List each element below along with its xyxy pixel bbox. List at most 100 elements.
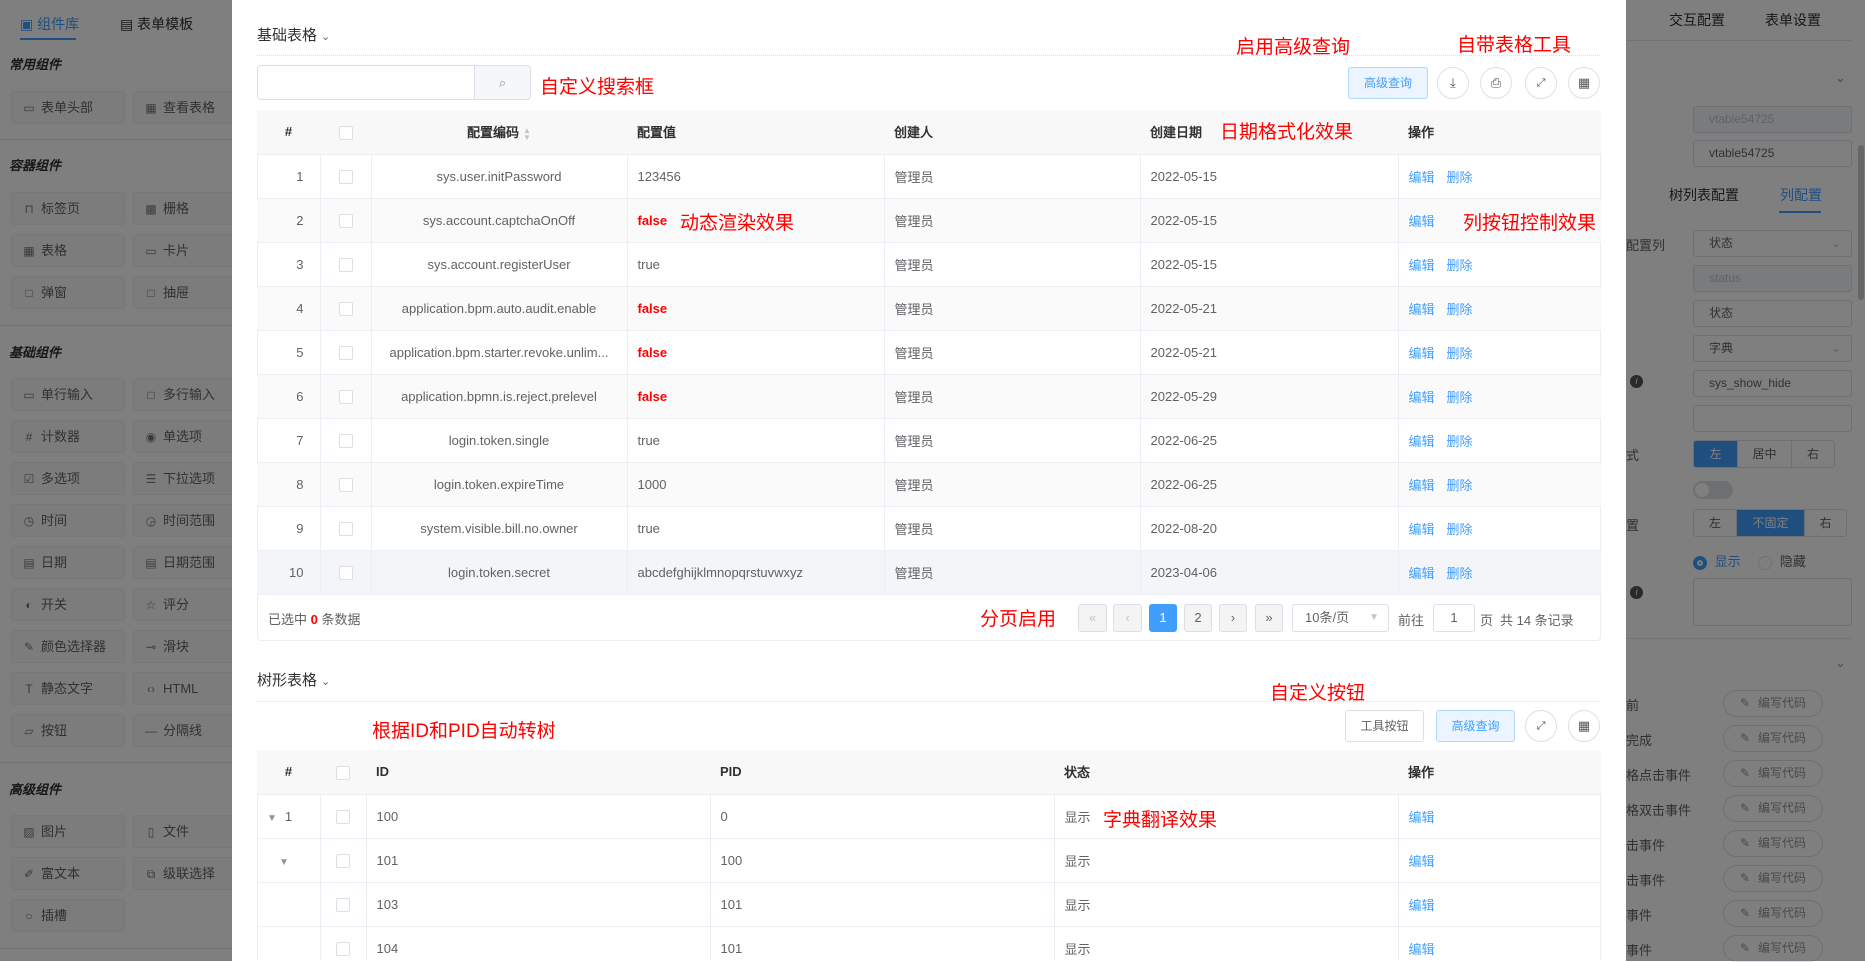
basic-table-title[interactable]: 基础表格 ⌄ [257, 24, 330, 45]
table-row[interactable]: 6 application.bpmn.is.reject.prelevel fals… [257, 374, 1601, 419]
row-checkbox[interactable] [338, 521, 353, 536]
search-input[interactable] [258, 66, 474, 99]
edit-link[interactable]: 编辑 [1409, 302, 1435, 317]
edit-link[interactable]: 编辑 [1409, 434, 1435, 449]
delete-link[interactable]: 删除 [1447, 258, 1473, 273]
edit-link[interactable]: 编辑 [1409, 214, 1435, 229]
node-status: 显示 [1054, 926, 1399, 961]
node-pid: 0 [710, 794, 1055, 839]
table-row[interactable]: 9 system.visible.bill.no.owner true 管理员 2022… [257, 506, 1601, 551]
goto-page-input[interactable]: 1 [1433, 604, 1475, 632]
prev-page-button[interactable]: ‹ [1113, 604, 1142, 632]
page-2-button[interactable]: 2 [1184, 604, 1212, 632]
delete-link[interactable]: 删除 [1447, 522, 1473, 537]
sort-icon[interactable]: ▲ ▼ [523, 126, 531, 141]
print-icon[interactable]: ⎙ [1480, 67, 1512, 99]
last-page-button[interactable]: » [1255, 604, 1283, 632]
tree-row[interactable]: ▼ 101 100 显示 编辑 [257, 838, 1601, 883]
annotation-custom-search: 自定义搜索框 [540, 77, 655, 98]
row-actions: 编辑 [1398, 882, 1601, 927]
row-checkbox[interactable] [338, 433, 353, 448]
page-size-select[interactable]: 10条/页 ▼ [1292, 604, 1389, 632]
row-select-cell [320, 506, 372, 551]
select-all-checkbox[interactable] [338, 125, 353, 140]
column-settings-icon[interactable]: ▦ [1568, 67, 1600, 99]
delete-link[interactable]: 删除 [1447, 434, 1473, 449]
config-code: sys.account.captchaOnOff [371, 198, 628, 243]
row-select-cell [320, 374, 372, 419]
advanced-query-button[interactable]: 高级查询 [1348, 67, 1428, 99]
tree-row[interactable]: 104 101 显示 编辑 [257, 926, 1601, 961]
tree-row[interactable]: ▼ 1 100 0 显示 编辑 [257, 794, 1601, 839]
edit-link[interactable]: 编辑 [1409, 346, 1435, 361]
next-page-button[interactable]: › [1219, 604, 1247, 632]
column-settings-icon[interactable]: ▦ [1568, 710, 1600, 742]
row-index [257, 882, 321, 927]
table-row[interactable]: 10 login.token.secret abcdefghijklmnopqrst… [257, 550, 1601, 595]
row-checkbox[interactable] [336, 941, 350, 956]
row-select-cell [320, 418, 372, 463]
row-select-cell [320, 926, 367, 961]
download-icon[interactable]: ⤓ [1437, 67, 1469, 99]
table-row[interactable]: 7 login.token.single true 管理员 2022-06-25 编辑 删除 [257, 418, 1601, 463]
delete-link[interactable]: 删除 [1447, 302, 1473, 317]
tree-table-title[interactable]: 树形表格 ⌄ [257, 669, 330, 690]
row-checkbox[interactable] [336, 809, 350, 824]
delete-link[interactable]: 删除 [1447, 566, 1473, 581]
edit-link[interactable]: 编辑 [1409, 566, 1435, 581]
first-page-button[interactable]: « [1078, 604, 1107, 632]
row-checkbox[interactable] [338, 213, 353, 228]
fullscreen-icon[interactable]: ⤢ [1525, 67, 1557, 99]
row-index: 7 [257, 418, 321, 463]
delete-link[interactable]: 删除 [1447, 390, 1473, 405]
table-row[interactable]: 2 sys.account.captchaOnOff false 管理员 2022-05… [257, 198, 1601, 243]
tool-button[interactable]: 工具按钮 [1345, 710, 1424, 742]
creator: 管理员 [884, 198, 1141, 243]
edit-link[interactable]: 编辑 [1409, 170, 1435, 185]
search-box: ⌕ [257, 65, 531, 100]
edit-link[interactable]: 编辑 [1409, 898, 1435, 913]
table-row[interactable]: 5 application.bpm.starter.revoke.unlim...… [257, 330, 1601, 375]
expand-caret-icon[interactable]: ▼ [267, 813, 277, 824]
row-checkbox[interactable] [338, 565, 353, 580]
row-checkbox[interactable] [338, 257, 353, 272]
column-header-code[interactable]: 配置编码 ▲ ▼ [371, 110, 627, 155]
row-checkbox[interactable] [338, 477, 353, 492]
table-row[interactable]: 4 application.bpm.auto.audit.enable false 管… [257, 286, 1601, 331]
row-checkbox[interactable] [338, 169, 353, 184]
create-date: 2022-05-15 [1140, 242, 1399, 287]
table-row[interactable]: 3 sys.account.registerUser true 管理员 2022-05-… [257, 242, 1601, 287]
fullscreen-icon[interactable]: ⤢ [1525, 710, 1557, 742]
row-select-cell [320, 286, 372, 331]
delete-link[interactable]: 删除 [1447, 478, 1473, 493]
table-row[interactable]: 8 login.token.expireTime 1000 管理员 2022-06-25… [257, 462, 1601, 507]
row-index: 9 [257, 506, 321, 551]
edit-link[interactable]: 编辑 [1409, 810, 1435, 825]
selection-summary: 已选中 0 条数据 [268, 612, 361, 627]
page-1-button[interactable]: 1 [1149, 604, 1177, 632]
tree-row[interactable]: 103 101 显示 编辑 [257, 882, 1601, 927]
delete-link[interactable]: 删除 [1447, 346, 1473, 361]
row-checkbox[interactable] [338, 389, 353, 404]
row-checkbox[interactable] [336, 897, 350, 912]
edit-link[interactable]: 编辑 [1409, 854, 1435, 869]
edit-link[interactable]: 编辑 [1409, 258, 1435, 273]
column-header-value: 配置值 [627, 110, 884, 155]
expand-caret-icon[interactable]: ▼ [279, 857, 289, 868]
row-checkbox[interactable] [338, 301, 353, 316]
creator: 管理员 [884, 374, 1141, 419]
edit-link[interactable]: 编辑 [1409, 522, 1435, 537]
edit-link[interactable]: 编辑 [1409, 478, 1435, 493]
search-button[interactable]: ⌕ [474, 66, 530, 99]
delete-link[interactable]: 删除 [1447, 170, 1473, 185]
edit-link[interactable]: 编辑 [1409, 390, 1435, 405]
column-header-select-all [320, 110, 371, 155]
row-checkbox[interactable] [336, 853, 350, 868]
row-select-cell [320, 882, 367, 927]
table-row[interactable]: 1 sys.user.initPassword 123456 管理员 2022-05-1… [257, 154, 1601, 199]
tree-advanced-query-button[interactable]: 高级查询 [1436, 710, 1515, 742]
row-checkbox[interactable] [338, 345, 353, 360]
chevron-down-icon: ⌄ [321, 31, 331, 43]
edit-link[interactable]: 编辑 [1409, 942, 1435, 957]
select-all-checkbox[interactable] [336, 765, 350, 780]
